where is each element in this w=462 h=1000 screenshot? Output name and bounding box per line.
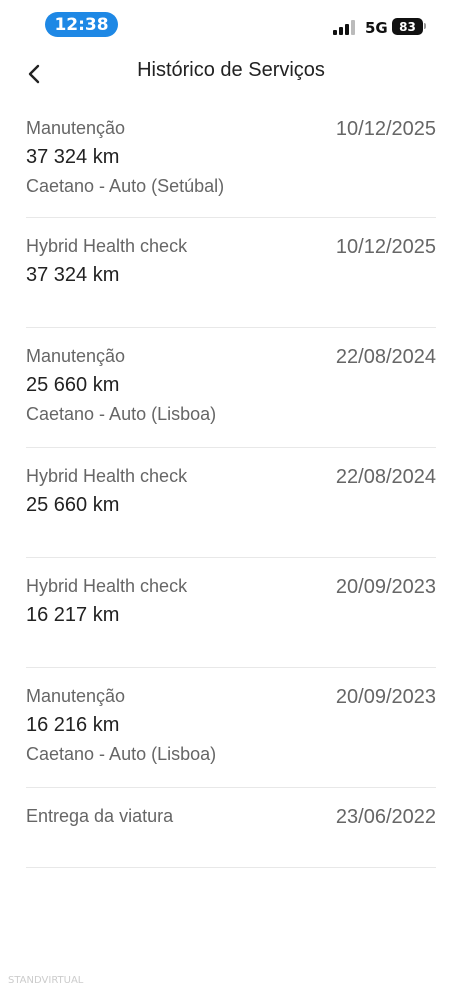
service-item[interactable]: Hybrid Health check 20/09/2023 16 217 km	[26, 558, 436, 668]
service-type: Hybrid Health check	[26, 576, 188, 596]
status-bar: 12:38 5G 83	[0, 0, 462, 50]
service-dealer: Caetano - Auto (Setúbal)	[26, 176, 225, 196]
service-date: 23/06/2022	[335, 806, 436, 828]
service-item[interactable]: Entrega da viatura 23/06/2022	[26, 788, 436, 868]
service-km: 16 217 km	[26, 604, 120, 626]
service-type: Hybrid Health check	[26, 466, 188, 486]
service-km: 37 324 km	[26, 264, 120, 286]
service-dealer: Caetano - Auto (Lisboa)	[26, 404, 217, 424]
service-type: Hybrid Health check	[26, 236, 188, 256]
service-type: Entrega da viatura	[26, 806, 174, 826]
service-date: 22/08/2024	[335, 346, 436, 368]
service-date: 10/12/2025	[335, 236, 436, 258]
page-title: Histórico de Serviços	[137, 59, 325, 81]
service-history-list: Manutenção 10/12/2025 37 324 km Caetano …	[26, 110, 436, 868]
service-item[interactable]: Hybrid Health check 10/12/2025 37 324 km	[26, 218, 436, 328]
service-type: Manutenção	[26, 686, 126, 706]
battery-level: 83	[399, 19, 416, 34]
battery-tip	[424, 23, 426, 29]
header: Histórico de Serviços	[0, 55, 462, 95]
battery-icon: 83	[392, 18, 423, 35]
service-type: Manutenção	[26, 346, 126, 366]
service-item[interactable]: Manutenção 20/09/2023 16 216 km Caetano …	[26, 668, 436, 788]
service-date: 20/09/2023	[335, 576, 436, 598]
service-km: 25 660 km	[26, 374, 120, 396]
service-type: Manutenção	[26, 118, 126, 138]
service-km: 16 216 km	[26, 714, 120, 736]
service-km: 37 324 km	[26, 146, 120, 168]
signal-icon	[333, 20, 357, 35]
status-time: 12:38	[45, 12, 118, 37]
network-type: 5G	[365, 19, 388, 37]
service-date: 22/08/2024	[335, 466, 436, 488]
watermark: STANDVIRTUAL	[8, 975, 84, 986]
service-item[interactable]: Manutenção 10/12/2025 37 324 km Caetano …	[26, 110, 436, 218]
service-date: 10/12/2025	[335, 118, 436, 140]
service-km: 25 660 km	[26, 494, 120, 516]
service-item[interactable]: Manutenção 22/08/2024 25 660 km Caetano …	[26, 328, 436, 448]
service-dealer: Caetano - Auto (Lisboa)	[26, 744, 217, 764]
service-item[interactable]: Hybrid Health check 22/08/2024 25 660 km	[26, 448, 436, 558]
service-date: 20/09/2023	[335, 686, 436, 708]
